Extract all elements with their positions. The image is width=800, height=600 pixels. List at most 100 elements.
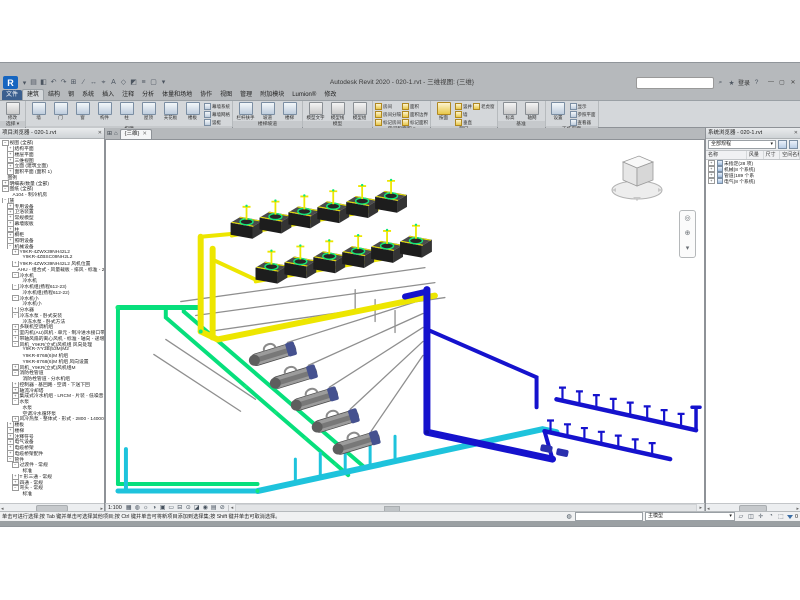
ribbon-tab-建筑[interactable]: 建筑 xyxy=(22,89,44,100)
tag-icon[interactable]: ⌖ xyxy=(99,77,108,88)
navigation-bar[interactable]: ◎ ⊕ ▾ xyxy=(679,210,696,258)
ribbon-button-模型组[interactable]: 模型组 xyxy=(349,102,370,121)
ribbon-button-墙[interactable]: 墙 xyxy=(28,102,49,121)
tree-expander-icon[interactable]: + xyxy=(12,249,19,255)
ribbon-button-楼板[interactable]: 楼板 xyxy=(182,102,203,121)
ribbon-tab-系统[interactable]: 系统 xyxy=(78,90,98,100)
ribbon-tab-注释[interactable]: 注释 xyxy=(118,90,138,100)
ribbon-button-模型线[interactable]: 模型线 xyxy=(327,102,348,121)
design-option-dropdown[interactable]: 主模型 ▾ xyxy=(645,512,735,521)
column-header-风量[interactable]: 风量 xyxy=(747,151,764,159)
ribbon-button-房间[interactable]: 房间 xyxy=(375,103,401,110)
customize-qat-icon[interactable]: ▾ xyxy=(159,77,168,88)
default-3d-view-icon[interactable]: ◇ xyxy=(119,77,128,88)
background-processes-icon[interactable]: ◔ xyxy=(767,513,775,520)
worksets-icon[interactable]: ◍ xyxy=(565,513,573,520)
app-menu-arrow-icon[interactable]: ▾ xyxy=(20,78,29,89)
ribbon-tab-修改[interactable]: 修改 xyxy=(320,90,340,100)
section-icon[interactable]: ◩ xyxy=(129,77,138,88)
ribbon-tab-结构[interactable]: 结构 xyxy=(44,90,64,100)
undo-icon[interactable]: ↶ xyxy=(49,77,58,88)
ribbon-tab-视图[interactable]: 视图 xyxy=(216,90,236,100)
zoom-icon[interactable]: ⊕ xyxy=(685,230,691,238)
help-icon[interactable]: ? xyxy=(752,79,761,86)
save-icon[interactable]: ◧ xyxy=(39,77,48,88)
column-header-名称[interactable]: 名称 xyxy=(706,151,747,159)
active-workset-field[interactable] xyxy=(575,512,643,521)
home-icon[interactable]: ⌂ xyxy=(114,129,118,139)
ribbon-button-竖梃[interactable]: 竖梃 xyxy=(204,119,230,126)
ribbon-tab-体量和场地[interactable]: 体量和场地 xyxy=(158,90,196,100)
project-browser-close-icon[interactable]: ✕ xyxy=(98,128,102,138)
sign-in-button[interactable]: 登录 xyxy=(738,78,750,87)
ribbon-button-栏杆扶手[interactable]: 栏杆扶手 xyxy=(235,102,256,121)
ribbon-button-老虎窗[interactable]: 老虎窗 xyxy=(473,103,495,110)
ribbon-button-柱[interactable]: 柱 xyxy=(116,102,137,121)
favorites-star-icon[interactable]: ★ xyxy=(727,79,736,87)
ribbon-button-楼梯[interactable]: 楼梯 xyxy=(279,102,300,121)
switch-windows-icon[interactable]: ▢ xyxy=(149,77,158,88)
ribbon-button-幕墙系统[interactable]: 幕墙系统 xyxy=(204,103,230,110)
aligned-dimension-icon[interactable]: ↔ xyxy=(89,77,98,88)
print-icon[interactable]: ⊞ xyxy=(69,77,78,88)
ribbon-tab-插入[interactable]: 插入 xyxy=(98,90,118,100)
ribbon-button-天花板[interactable]: 天花板 xyxy=(160,102,181,121)
view-tab-close-icon[interactable]: ✕ xyxy=(142,130,147,139)
tree-expander-icon[interactable]: − xyxy=(12,370,19,376)
tree-expander-icon[interactable]: − xyxy=(12,462,19,468)
ribbon-button-房间分隔[interactable]: 房间分隔 xyxy=(375,111,401,118)
column-settings-icon[interactable] xyxy=(789,140,798,149)
ribbon-button-标记房间[interactable]: 标记房间 xyxy=(375,119,401,126)
tree-expander-icon[interactable]: − xyxy=(12,485,19,491)
ribbon-button-显示[interactable]: 显示 xyxy=(570,103,596,110)
ribbon-tab-文件[interactable]: 文件 xyxy=(2,90,22,100)
ribbon-button-查看器[interactable]: 查看器 xyxy=(570,119,596,126)
column-header-空间名称[interactable]: 空间名称 xyxy=(780,151,800,159)
column-header-尺寸[interactable]: 尺寸 xyxy=(764,151,781,159)
ribbon-button-坡道[interactable]: 坡道 xyxy=(257,102,278,121)
ribbon-button-屋顶[interactable]: 屋顶 xyxy=(138,102,159,121)
tree-expander-icon[interactable]: − xyxy=(2,186,9,192)
ribbon-button-修改[interactable]: 修改 xyxy=(2,102,23,121)
ribbon-tab-附加模块[interactable]: 附加模块 xyxy=(256,90,288,100)
ribbon-button-门[interactable]: 门 xyxy=(50,102,71,121)
search-icon[interactable]: ⌕ xyxy=(716,79,725,87)
select-underlay-icon[interactable]: ⬚ xyxy=(777,513,785,520)
ribbon-button-按面[interactable]: 按面 xyxy=(433,102,454,121)
viewcube[interactable] xyxy=(610,150,664,208)
ribbon-button-面积[interactable]: 面积 xyxy=(402,103,428,110)
tree-expander-icon[interactable]: − xyxy=(12,272,19,278)
system-row[interactable]: +电气(8 个系统) xyxy=(706,178,800,184)
tree-expander-icon[interactable]: − xyxy=(12,295,19,301)
system-browser-close-icon[interactable]: ✕ xyxy=(794,128,798,138)
discipline-dropdown[interactable]: 全部规程 ▾ xyxy=(708,140,776,149)
ribbon-button-模型文字[interactable]: 模型文字 xyxy=(305,102,326,121)
ribbon-button-构件[interactable]: 构件 xyxy=(94,102,115,121)
view-tab-3d[interactable]: {三维} ✕ xyxy=(120,129,152,139)
ribbon-button-垂直[interactable]: 垂直 xyxy=(455,119,472,126)
ribbon-tab-分析[interactable]: 分析 xyxy=(138,90,158,100)
close-button[interactable]: ✕ xyxy=(789,79,797,86)
ribbon-button-设置[interactable]: 设置 xyxy=(548,102,569,121)
exclude-options-icon[interactable]: ◫ xyxy=(747,513,755,520)
redo-icon[interactable]: ↷ xyxy=(59,77,68,88)
tree-expander-icon[interactable]: − xyxy=(12,313,19,319)
ribbon-button-轴网[interactable]: 轴网 xyxy=(522,102,543,121)
ribbon-tab-管理[interactable]: 管理 xyxy=(236,90,256,100)
ribbon-button-墙[interactable]: 墙 xyxy=(455,111,472,118)
revit-app-menu-icon[interactable]: R xyxy=(3,76,18,89)
tree-expander-icon[interactable]: − xyxy=(12,399,19,405)
ribbon-button-幕墙网格[interactable]: 幕墙网格 xyxy=(204,111,230,118)
ribbon-button-窗[interactable]: 窗 xyxy=(72,102,93,121)
autofit-columns-icon[interactable] xyxy=(778,140,787,149)
tree-expander-icon[interactable]: − xyxy=(12,284,19,290)
ribbon-button-标高[interactable]: 标高 xyxy=(500,102,521,121)
ribbon-tab-Lumion®[interactable]: Lumion® xyxy=(288,90,320,100)
ribbon-button-竖井[interactable]: 竖井 xyxy=(455,103,472,110)
minimize-button[interactable]: — xyxy=(767,79,775,86)
editable-only-icon[interactable]: ▱ xyxy=(737,513,745,520)
tree-expander-icon[interactable]: + xyxy=(708,178,715,184)
ribbon-tab-钢[interactable]: 钢 xyxy=(64,90,78,100)
text-icon[interactable]: A xyxy=(109,77,118,88)
ribbon-button-标记面积[interactable]: 标记面积 xyxy=(402,119,428,126)
